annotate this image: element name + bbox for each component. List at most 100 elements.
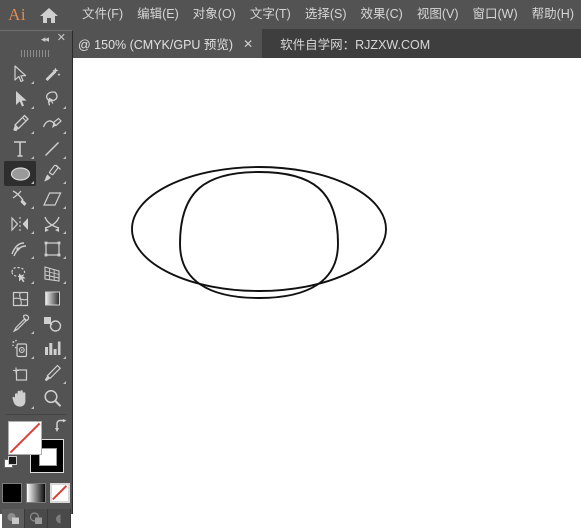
tool-corner-indicator bbox=[31, 256, 34, 259]
fill-stroke-control bbox=[0, 419, 72, 477]
perspective-grid-icon bbox=[44, 265, 60, 282]
color-mode-gradient[interactable] bbox=[26, 483, 46, 503]
draw-mode-normal[interactable] bbox=[1, 509, 25, 528]
lasso-tool[interactable] bbox=[36, 86, 68, 111]
tool-grid bbox=[0, 59, 72, 411]
artboard-icon bbox=[12, 367, 27, 381]
line-icon bbox=[44, 141, 60, 156]
panel-divider bbox=[6, 414, 66, 415]
swap-fill-stroke-icon[interactable] bbox=[54, 419, 68, 438]
menu-type[interactable]: 文字(T) bbox=[243, 0, 298, 29]
tool-corner-indicator bbox=[31, 81, 34, 84]
draw-mode-behind[interactable] bbox=[24, 509, 48, 528]
eraser-tool[interactable] bbox=[36, 186, 68, 211]
tool-corner-indicator bbox=[63, 256, 66, 259]
column-graph-tool[interactable] bbox=[36, 336, 68, 361]
free-transform-tool[interactable] bbox=[36, 236, 68, 261]
free-transform-icon bbox=[44, 241, 60, 256]
menu-effect[interactable]: 效果(C) bbox=[353, 0, 409, 29]
mesh-tool[interactable] bbox=[4, 286, 36, 311]
menu-bar: Ai 文件(F) 编辑(E) 对象(O) 文字(T) 选择(S) 效果(C) 视… bbox=[0, 0, 581, 29]
artboard-canvas[interactable] bbox=[0, 58, 581, 513]
scale-arrows-icon bbox=[44, 216, 60, 232]
zoom-tool[interactable] bbox=[36, 386, 68, 411]
tool-corner-indicator bbox=[31, 331, 34, 334]
panel-drag-grip[interactable] bbox=[0, 47, 72, 59]
line-segment-tool[interactable] bbox=[36, 136, 68, 161]
close-icon[interactable]: ✕ bbox=[243, 38, 253, 50]
color-mode-solid[interactable] bbox=[2, 483, 22, 503]
panel-close-icon[interactable]: ✕ bbox=[57, 32, 66, 45]
tool-corner-indicator bbox=[31, 156, 34, 159]
menu-window[interactable]: 窗口(W) bbox=[466, 0, 525, 29]
blend-icon bbox=[44, 316, 62, 332]
mesh-icon bbox=[12, 291, 28, 306]
hat-brim-ellipse[interactable] bbox=[131, 166, 387, 292]
menu-edit[interactable]: 编辑(E) bbox=[130, 0, 186, 29]
slice-tool[interactable] bbox=[36, 361, 68, 386]
hand-tool[interactable] bbox=[4, 386, 36, 411]
tool-corner-indicator bbox=[31, 181, 34, 184]
blend-tool[interactable] bbox=[36, 311, 68, 336]
tool-corner-indicator bbox=[63, 131, 66, 134]
menu-help[interactable]: 帮助(H) bbox=[525, 0, 581, 29]
selection-arrow-icon bbox=[13, 64, 26, 82]
artboard-tool[interactable] bbox=[4, 361, 36, 386]
symbol-sprayer-icon bbox=[11, 339, 27, 358]
shape-builder-tool[interactable] bbox=[4, 261, 36, 286]
default-fill-stroke-icon[interactable] bbox=[4, 456, 18, 475]
tool-corner-indicator bbox=[31, 206, 34, 209]
magnifier-icon bbox=[43, 390, 61, 407]
hat-crown-shape[interactable] bbox=[179, 171, 339, 299]
gradient-tool[interactable] bbox=[36, 286, 68, 311]
paintbrush-tool[interactable] bbox=[36, 161, 68, 186]
grip-lines-icon bbox=[21, 49, 51, 57]
menu-item-list: 文件(F) 编辑(E) 对象(O) 文字(T) 选择(S) 效果(C) 视图(V… bbox=[75, 0, 581, 29]
eyedropper-tool[interactable] bbox=[4, 311, 36, 336]
tools-panel: ◂◂ ✕ bbox=[0, 30, 73, 528]
tool-corner-indicator bbox=[63, 106, 66, 109]
pen-tool[interactable] bbox=[4, 111, 36, 136]
ellipse-tool[interactable] bbox=[4, 161, 36, 186]
tool-corner-indicator bbox=[31, 106, 34, 109]
shaper-pencil-icon bbox=[12, 190, 26, 206]
tool-corner-indicator bbox=[31, 131, 34, 134]
scale-tool[interactable] bbox=[36, 211, 68, 236]
tools-panel-header: ◂◂ ✕ bbox=[0, 31, 72, 47]
collapse-icon[interactable]: ◂◂ bbox=[41, 33, 49, 45]
draw-mode-inside[interactable] bbox=[47, 509, 71, 528]
draw-normal-icon bbox=[7, 513, 19, 524]
tool-corner-indicator bbox=[63, 231, 66, 234]
none-slash-icon bbox=[52, 485, 68, 501]
gradient-icon bbox=[44, 291, 60, 306]
fill-swatch[interactable] bbox=[8, 421, 42, 455]
menu-file[interactable]: 文件(F) bbox=[75, 0, 130, 29]
symbol-sprayer-tool[interactable] bbox=[4, 336, 36, 361]
document-tab-label: @ 150% (CMYK/GPU 预览) bbox=[78, 38, 234, 52]
menu-view[interactable]: 视图(V) bbox=[410, 0, 466, 29]
column-graph-icon bbox=[44, 341, 60, 355]
type-tool[interactable] bbox=[4, 136, 36, 161]
rotate-tool[interactable] bbox=[4, 211, 36, 236]
selection-tool[interactable] bbox=[4, 61, 36, 86]
menu-object[interactable]: 对象(O) bbox=[186, 0, 243, 29]
eraser-icon bbox=[43, 191, 62, 206]
shape-builder-icon bbox=[10, 266, 26, 282]
perspective-grid-tool[interactable] bbox=[36, 261, 68, 286]
width-tool[interactable] bbox=[4, 236, 36, 261]
curvature-tool[interactable] bbox=[36, 111, 68, 136]
type-T-icon bbox=[14, 140, 26, 157]
document-tab-secondary[interactable]: 软件自学网：RJZXW.COM bbox=[262, 29, 439, 58]
tool-corner-indicator bbox=[63, 156, 66, 159]
illustrator-window: Ai 文件(F) 编辑(E) 对象(O) 文字(T) 选择(S) 效果(C) 视… bbox=[0, 0, 581, 528]
color-mode-none[interactable] bbox=[50, 483, 70, 503]
menu-select[interactable]: 选择(S) bbox=[298, 0, 354, 29]
slice-knife-icon bbox=[44, 364, 61, 382]
shaper-tool[interactable] bbox=[4, 186, 36, 211]
direct-selection-tool[interactable] bbox=[4, 86, 36, 111]
document-tab-secondary-label: 软件自学网：RJZXW.COM bbox=[280, 38, 431, 52]
magic-wand-tool[interactable] bbox=[36, 61, 68, 86]
hat-drawing[interactable] bbox=[0, 58, 581, 513]
home-icon[interactable] bbox=[34, 6, 63, 24]
rotate-reflect-icon bbox=[11, 215, 28, 232]
